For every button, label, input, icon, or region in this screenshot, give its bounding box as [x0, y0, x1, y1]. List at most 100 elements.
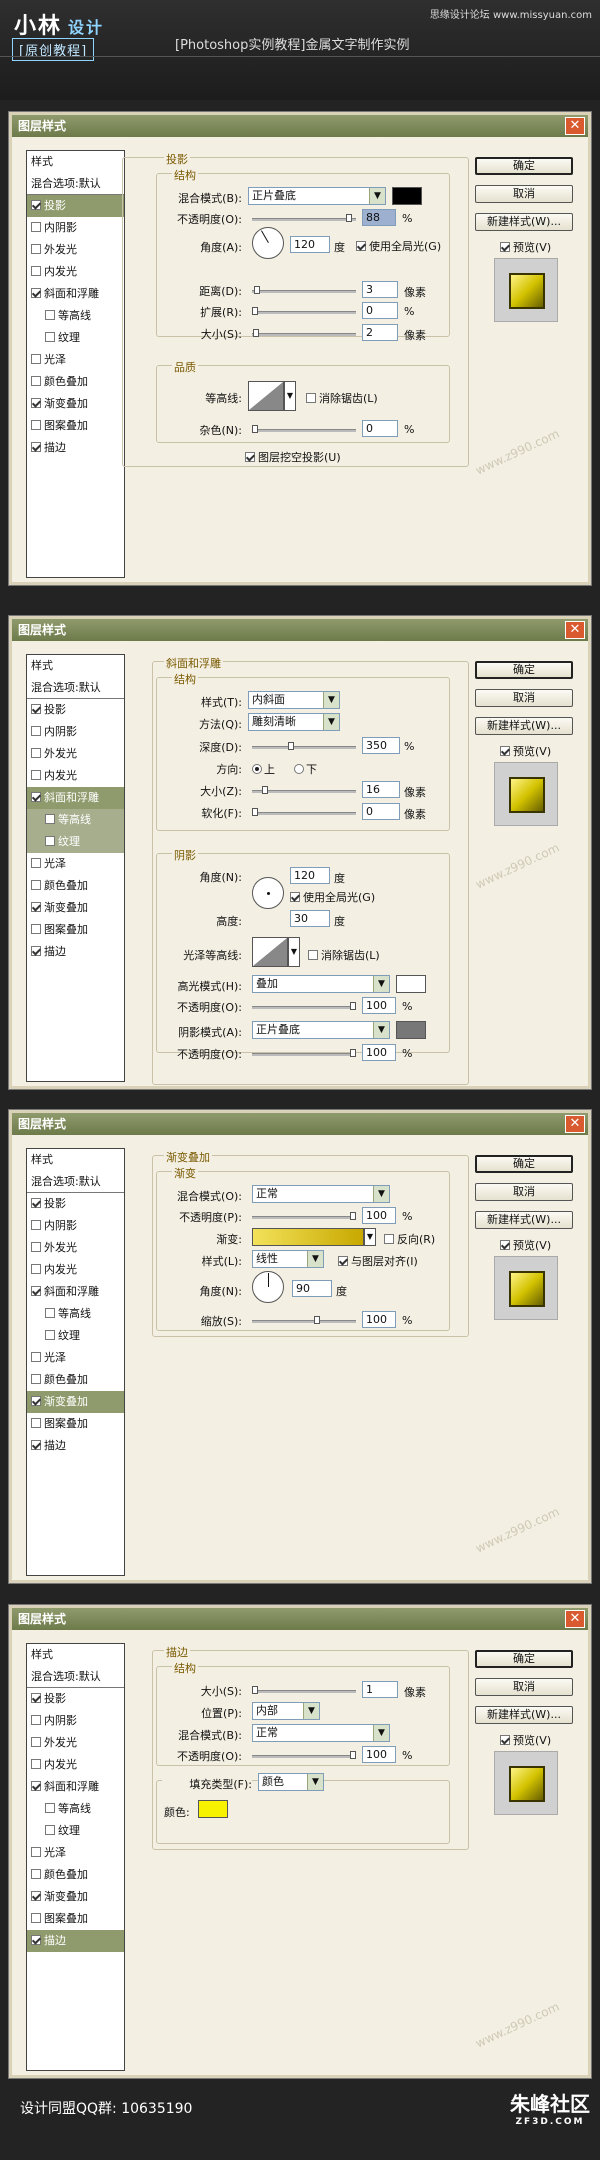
style-item-pattern-overlay[interactable]: 图案叠加 [27, 1908, 124, 1930]
global-light-checkbox[interactable]: 使用全局光(G) [290, 889, 375, 905]
scale-input[interactable]: 100 [362, 1311, 396, 1328]
position-select[interactable]: 内部 ▼ [252, 1702, 320, 1720]
checkbox[interactable] [356, 241, 366, 251]
style-item-drop-shadow[interactable]: 投影 [27, 699, 124, 721]
style-item-pattern-overlay[interactable]: 图案叠加 [27, 415, 124, 437]
style-item-inner-glow[interactable]: 内发光 [27, 261, 124, 283]
shadow-mode-select[interactable]: 正片叠底 ▼ [252, 1021, 390, 1039]
checkbox[interactable] [500, 1240, 510, 1250]
style-item-inner-glow[interactable]: 内发光 [27, 1259, 124, 1281]
checkbox[interactable] [31, 1198, 41, 1208]
checkbox[interactable] [31, 748, 41, 758]
checkbox[interactable] [31, 200, 41, 210]
style-item-inner-glow[interactable]: 内发光 [27, 1754, 124, 1776]
new-style-button[interactable]: 新建样式(W)... [475, 1706, 573, 1724]
checkbox[interactable] [31, 704, 41, 714]
style-item-color-overlay[interactable]: 颜色叠加 [27, 371, 124, 393]
close-button[interactable]: ✕ [565, 117, 585, 135]
close-button[interactable]: ✕ [565, 621, 585, 639]
style-item-contour[interactable]: 等高线 [27, 809, 124, 831]
checkbox[interactable] [31, 902, 41, 912]
slider-thumb[interactable] [262, 786, 268, 794]
style-item-texture[interactable]: 纹理 [27, 1820, 124, 1842]
checkbox[interactable] [31, 946, 41, 956]
style-item-texture[interactable]: 纹理 [27, 1325, 124, 1347]
preview-checkbox[interactable]: 预览(V) [500, 743, 551, 758]
style-item-inner-shadow[interactable]: 内阴影 [27, 217, 124, 239]
chevron-down-icon[interactable]: ▼ [288, 937, 300, 967]
slider-thumb[interactable] [350, 1212, 356, 1220]
checkbox[interactable] [31, 1286, 41, 1296]
style-item-satin[interactable]: 光泽 [27, 853, 124, 875]
preview-checkbox[interactable]: 预览(V) [500, 1732, 551, 1747]
slider-thumb[interactable] [314, 1316, 320, 1324]
angle-input[interactable]: 90 [292, 1280, 332, 1297]
style-item-stroke[interactable]: 描边 [27, 941, 124, 963]
size-input[interactable]: 2 [362, 324, 398, 341]
slider-thumb[interactable] [252, 808, 258, 816]
checkbox[interactable] [45, 1308, 55, 1318]
checkbox[interactable] [338, 1256, 348, 1266]
gradient-swatch[interactable] [252, 1228, 364, 1246]
checkbox[interactable] [31, 1715, 41, 1725]
style-item-satin[interactable]: 光泽 [27, 349, 124, 371]
checkbox[interactable] [31, 770, 41, 780]
style-item-stroke[interactable]: 描边 [27, 437, 124, 459]
checkbox[interactable] [45, 310, 55, 320]
size-slider[interactable] [252, 786, 356, 794]
checkbox[interactable] [308, 950, 318, 960]
style-item-satin[interactable]: 光泽 [27, 1347, 124, 1369]
checkbox[interactable] [31, 1264, 41, 1274]
close-button[interactable]: ✕ [565, 1610, 585, 1628]
cancel-button[interactable]: 取消 [475, 1678, 573, 1696]
style-item-bevel[interactable]: 斜面和浮雕 [27, 787, 124, 809]
highlight-color-swatch[interactable] [396, 975, 426, 993]
chevron-down-icon[interactable]: ▼ [364, 1228, 376, 1246]
style-item-color-overlay[interactable]: 颜色叠加 [27, 1369, 124, 1391]
ok-button[interactable]: 确定 [475, 1650, 573, 1668]
checkbox[interactable] [31, 442, 41, 452]
slider-thumb[interactable] [253, 329, 259, 337]
style-item-outer-glow[interactable]: 外发光 [27, 1732, 124, 1754]
new-style-button[interactable]: 新建样式(W)... [475, 717, 573, 735]
size-input[interactable]: 1 [362, 1681, 398, 1698]
highlight-opacity-input[interactable]: 100 [362, 997, 396, 1014]
styles-header[interactable]: 样式 [27, 1149, 124, 1171]
fill-type-select[interactable]: 颜色 ▼ [258, 1773, 324, 1791]
cancel-button[interactable]: 取消 [475, 1183, 573, 1201]
style-item-bevel[interactable]: 斜面和浮雕 [27, 1281, 124, 1303]
anti-alias-checkbox[interactable]: 消除锯齿(L) [306, 390, 378, 406]
style-item-gradient-overlay[interactable]: 渐变叠加 [27, 393, 124, 415]
blend-mode-select[interactable]: 正常 ▼ [252, 1185, 390, 1203]
new-style-button[interactable]: 新建样式(W)... [475, 213, 573, 231]
blend-options[interactable]: 混合选项:默认 [27, 1666, 124, 1688]
checkbox[interactable] [245, 452, 255, 462]
checkbox[interactable] [31, 1418, 41, 1428]
checkbox[interactable] [45, 814, 55, 824]
slider-thumb[interactable] [350, 1751, 356, 1759]
blend-options[interactable]: 混合选项:默认 [27, 677, 124, 699]
style-item-contour[interactable]: 等高线 [27, 305, 124, 327]
preview-checkbox[interactable]: 预览(V) [500, 239, 551, 254]
global-light-checkbox[interactable]: 使用全局光(G) [356, 238, 441, 254]
checkbox[interactable] [31, 1913, 41, 1923]
style-item-pattern-overlay[interactable]: 图案叠加 [27, 1413, 124, 1435]
checkbox[interactable] [31, 376, 41, 386]
checkbox[interactable] [31, 792, 41, 802]
slider-thumb[interactable] [288, 742, 294, 750]
spread-input[interactable]: 0 [362, 302, 398, 319]
checkbox[interactable] [31, 1935, 41, 1945]
checkbox[interactable] [31, 1869, 41, 1879]
shadow-opacity-slider[interactable] [252, 1049, 356, 1057]
checkbox[interactable] [31, 1220, 41, 1230]
new-style-button[interactable]: 新建样式(W)... [475, 1211, 573, 1229]
direction-down-radio[interactable]: 下 [294, 761, 317, 777]
soften-slider[interactable] [252, 808, 356, 816]
style-item-drop-shadow[interactable]: 投影 [27, 195, 124, 217]
style-item-stroke[interactable]: 描边 [27, 1435, 124, 1457]
checkbox[interactable] [31, 1374, 41, 1384]
soften-input[interactable]: 0 [362, 803, 400, 820]
style-item-pattern-overlay[interactable]: 图案叠加 [27, 919, 124, 941]
style-item-color-overlay[interactable]: 颜色叠加 [27, 875, 124, 897]
style-item-contour[interactable]: 等高线 [27, 1798, 124, 1820]
